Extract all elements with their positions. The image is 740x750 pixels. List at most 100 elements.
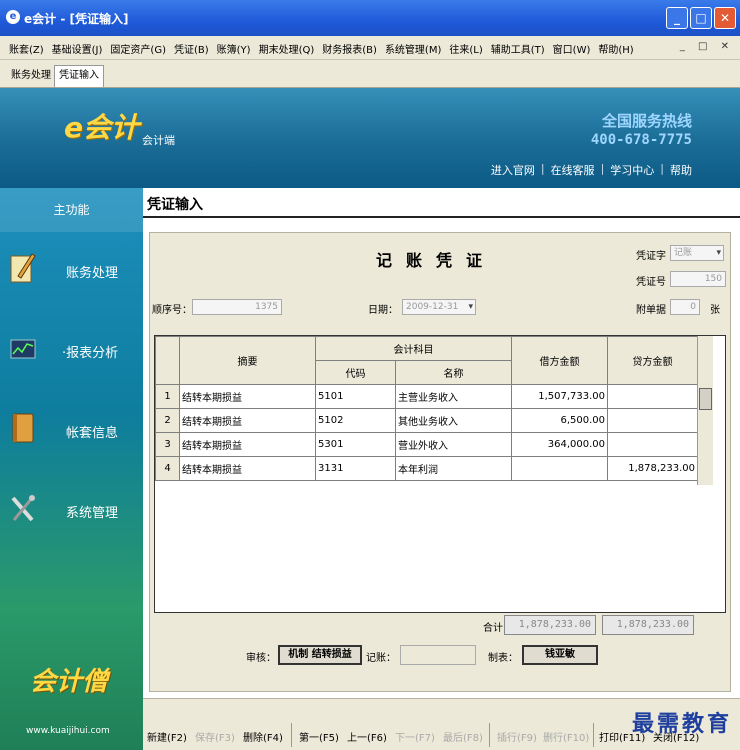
- credit-cell[interactable]: 1,878,233.00: [607, 456, 698, 481]
- hotline-label: 全国服务热线: [601, 112, 692, 130]
- row-index: 4: [155, 456, 180, 481]
- table-row[interactable]: 1 结转本期损益 5101 主营业务收入 1,507,733.00: [155, 384, 698, 409]
- document-window-controls[interactable]: _ □ ✕: [680, 41, 734, 52]
- sidebar-item-label: 帐套信息: [66, 426, 119, 441]
- account-header: 会计科目: [315, 336, 512, 361]
- save-button[interactable]: 保存(F3): [195, 729, 235, 744]
- title-bar: e e会计 - [凭证输入] _ □ ✕: [0, 0, 740, 36]
- sidebar-item-system-management[interactable]: 系统管理: [0, 472, 143, 552]
- sidebar-item-account-info[interactable]: 帐套信息: [0, 392, 143, 472]
- header-banner: e会计 会计端 全国服务热线 400-678-7775 进入官网 | 在线客服 …: [0, 88, 740, 188]
- summary-cell[interactable]: 结转本期损益: [179, 432, 316, 457]
- link-online-support[interactable]: 在线客服: [551, 162, 595, 178]
- post-label: 记账：: [366, 653, 396, 664]
- banner-links: 进入官网 | 在线客服 | 学习中心 | 帮助: [490, 162, 692, 178]
- row-index: 1: [155, 384, 180, 409]
- maker-field: 钱亚敏: [522, 645, 598, 665]
- chevron-down-icon: ▾: [716, 248, 721, 258]
- table-row[interactable]: 4 结转本期损益 3131 本年利润 1,878,233.00: [155, 456, 698, 481]
- sidebar-item-label: ·报表分析: [62, 346, 119, 361]
- sidebar-item-report-analysis[interactable]: ·报表分析: [0, 312, 143, 392]
- credit-cell[interactable]: [607, 408, 698, 433]
- link-learning-center[interactable]: 学习中心: [610, 162, 654, 178]
- menu-tools[interactable]: 辅助工具(T): [490, 41, 546, 56]
- credit-cell[interactable]: [607, 432, 698, 457]
- table-row[interactable]: 3 结转本期损益 5301 营业外收入 364,000.00: [155, 432, 698, 457]
- scrollbar-thumb[interactable]: [699, 388, 712, 410]
- sidebar-item-accounting[interactable]: 账务处理: [0, 232, 143, 312]
- minimize-button[interactable]: _: [666, 7, 688, 29]
- maximize-button[interactable]: □: [690, 7, 712, 29]
- chevron-down-icon: ▾: [468, 302, 473, 312]
- delete-button[interactable]: 删除(F4): [243, 729, 283, 744]
- summary-cell[interactable]: 结转本期损益: [179, 384, 316, 409]
- menu-account-set[interactable]: 账套(Z): [8, 41, 45, 56]
- link-help[interactable]: 帮助: [670, 162, 692, 178]
- voucher-word-select[interactable]: 记账 ▾: [670, 245, 724, 261]
- name-cell[interactable]: 其他业务收入: [395, 408, 512, 433]
- menu-basic-settings[interactable]: 基础设置(J): [51, 41, 104, 56]
- delete-row-button[interactable]: 删行(F10): [543, 729, 589, 744]
- entries-table: 摘要 会计科目 借方金额 贷方金额 代码 名称 1 结转本期损益 5101 主营…: [155, 336, 698, 481]
- voucher-form: 记账凭证 凭证字 记账 ▾ 凭证号 150 顺序号： 1375 日期： 2009…: [149, 232, 731, 692]
- new-button[interactable]: 新建(F2): [147, 729, 187, 744]
- close-button[interactable]: ✕: [714, 7, 736, 29]
- credit-cell[interactable]: [607, 384, 698, 409]
- sequence-field[interactable]: 1375: [192, 299, 282, 315]
- audit-field: 机制 结转损益: [278, 645, 362, 665]
- code-cell[interactable]: 5101: [315, 384, 396, 409]
- last-button[interactable]: 最后(F8): [443, 729, 483, 744]
- debit-cell[interactable]: 364,000.00: [511, 432, 608, 457]
- menu-voucher[interactable]: 凭证(B): [173, 41, 210, 56]
- grid-scrollbar[interactable]: [697, 336, 713, 485]
- name-cell[interactable]: 主营业务收入: [395, 384, 512, 409]
- link-official-site[interactable]: 进入官网: [491, 162, 535, 178]
- menu-period-end[interactable]: 期末处理(Q): [258, 41, 316, 56]
- menu-reports[interactable]: 财务报表(B): [321, 41, 378, 56]
- name-header: 名称: [395, 360, 512, 385]
- title-divider: [143, 216, 740, 218]
- tab-voucher-entry[interactable]: 凭证输入: [54, 65, 104, 87]
- main-content: 凭证输入 记账凭证 凭证字 记账 ▾ 凭证号 150 顺序号： 1375 日期：…: [143, 188, 740, 750]
- brand-url: www.kuaijihui.com: [26, 726, 110, 736]
- next-button[interactable]: 下一(F7): [395, 729, 435, 744]
- menu-system[interactable]: 系统管理(M): [384, 41, 442, 56]
- maker-label: 制表：: [488, 653, 518, 664]
- debit-cell[interactable]: [511, 456, 608, 481]
- menu-ledger[interactable]: 账簿(Y): [216, 41, 252, 56]
- toolbar-divider: [291, 723, 292, 747]
- previous-button[interactable]: 上一(F6): [347, 729, 387, 744]
- summary-cell[interactable]: 结转本期损益: [179, 456, 316, 481]
- name-cell[interactable]: 本年利润: [395, 456, 512, 481]
- tab-accounting[interactable]: 账务处理: [6, 65, 56, 87]
- app-icon: e: [6, 10, 20, 24]
- sidebar-header: 主功能: [0, 188, 143, 232]
- menu-window[interactable]: 窗口(W): [552, 41, 592, 56]
- total-debit-field: 1,878,233.00: [504, 615, 596, 635]
- tab-bar: 账务处理 凭证输入: [0, 60, 740, 88]
- row-index: 2: [155, 408, 180, 433]
- first-button[interactable]: 第一(F5): [299, 729, 339, 744]
- pencil-paper-icon: [10, 253, 36, 283]
- code-cell[interactable]: 5102: [315, 408, 396, 433]
- totals-label: 合计: [483, 623, 503, 634]
- name-cell[interactable]: 营业外收入: [395, 432, 512, 457]
- table-row[interactable]: 2 结转本期损益 5102 其他业务收入 6,500.00: [155, 408, 698, 433]
- debit-cell[interactable]: 6,500.00: [511, 408, 608, 433]
- menu-transactions[interactable]: 往来(L): [448, 41, 483, 56]
- client-label: 会计端: [142, 134, 175, 147]
- row-index-header: [155, 336, 180, 385]
- debit-cell[interactable]: 1,507,733.00: [511, 384, 608, 409]
- date-label: 日期：: [368, 305, 398, 316]
- date-picker[interactable]: 2009-12-31 ▾: [402, 299, 476, 315]
- code-cell[interactable]: 3131: [315, 456, 396, 481]
- menu-fixed-assets[interactable]: 固定资产(G): [109, 41, 167, 56]
- attachments-unit: 张: [710, 305, 720, 316]
- code-cell[interactable]: 5301: [315, 432, 396, 457]
- attachments-field[interactable]: 0: [670, 299, 700, 315]
- menu-help[interactable]: 帮助(H): [597, 41, 634, 56]
- insert-row-button[interactable]: 插行(F9): [497, 729, 537, 744]
- voucher-number-field[interactable]: 150: [670, 271, 726, 287]
- brand-logo: 会计僧: [30, 667, 109, 697]
- summary-cell[interactable]: 结转本期损益: [179, 408, 316, 433]
